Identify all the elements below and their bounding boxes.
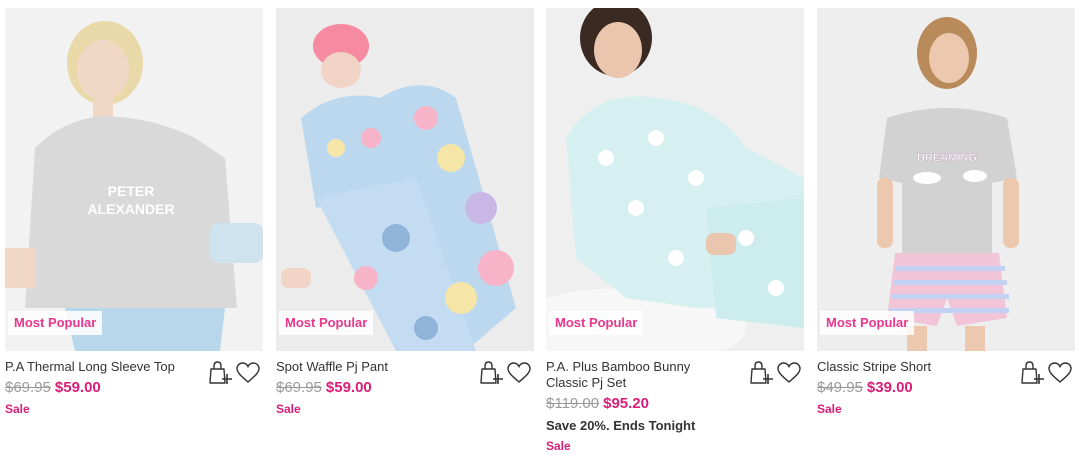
product-card[interactable]: DREAMING Most Popular Classic Stripe Sho…: [817, 8, 1075, 458]
sale-price: $59.00: [325, 379, 372, 396]
promo-message: Save 20%. Ends Tonight: [546, 418, 696, 433]
original-price: $49.95: [817, 379, 863, 396]
product-actions: [748, 360, 804, 386]
most-popular-badge: Most Popular: [820, 311, 915, 335]
product-card[interactable]: Most Popular P.A. Plus Bamboo Bunny Clas…: [546, 8, 804, 458]
product-card[interactable]: Most Popular Spot Waffle Pj Pant $69.95 $…: [276, 8, 534, 458]
add-to-bag-icon[interactable]: [478, 360, 504, 386]
original-price: $69.95: [5, 379, 51, 396]
product-card[interactable]: PETER ALEXANDER Most Popular P.A Thermal…: [5, 8, 263, 458]
heart-icon[interactable]: [1047, 360, 1073, 386]
tee-print: DREAMING: [917, 152, 977, 164]
heart-icon[interactable]: [506, 360, 532, 386]
sale-label: Sale: [817, 402, 842, 416]
product-title[interactable]: P.A. Plus Bamboo Bunny Classic Pj Set: [546, 359, 734, 391]
sweater-print-line1: PETER: [108, 183, 155, 199]
sale-label: Sale: [276, 402, 301, 416]
add-to-bag-icon[interactable]: [748, 360, 774, 386]
sale-price: $59.00: [54, 379, 101, 396]
most-popular-badge: Most Popular: [279, 311, 374, 335]
heart-icon[interactable]: [235, 360, 261, 386]
product-actions: [207, 360, 263, 386]
price-row: $119.00 $95.20: [546, 395, 804, 413]
sale-price: $95.20: [603, 395, 649, 412]
sweater-print-line2: ALEXANDER: [87, 201, 174, 217]
product-actions: [1019, 360, 1075, 386]
product-title[interactable]: Spot Waffle Pj Pant: [276, 359, 464, 375]
original-price: $69.95: [276, 379, 322, 396]
heart-icon[interactable]: [776, 360, 802, 386]
sale-label: Sale: [5, 402, 30, 416]
product-grid: PETER ALEXANDER Most Popular P.A Thermal…: [5, 8, 1075, 458]
product-image[interactable]: Most Popular: [546, 8, 804, 351]
product-actions: [478, 360, 534, 386]
most-popular-badge: Most Popular: [549, 311, 644, 335]
product-title[interactable]: Classic Stripe Short: [817, 359, 1005, 375]
add-to-bag-icon[interactable]: [1019, 360, 1045, 386]
sale-label: Sale: [546, 439, 571, 453]
product-image[interactable]: DREAMING Most Popular: [817, 8, 1075, 351]
sale-price: $39.00: [866, 379, 913, 396]
add-to-bag-icon[interactable]: [207, 360, 233, 386]
original-price: $119.00: [546, 395, 600, 412]
product-image[interactable]: PETER ALEXANDER Most Popular: [5, 8, 263, 351]
most-popular-badge: Most Popular: [8, 311, 103, 335]
product-title[interactable]: P.A Thermal Long Sleeve Top: [5, 359, 193, 375]
product-image[interactable]: Most Popular: [276, 8, 534, 351]
